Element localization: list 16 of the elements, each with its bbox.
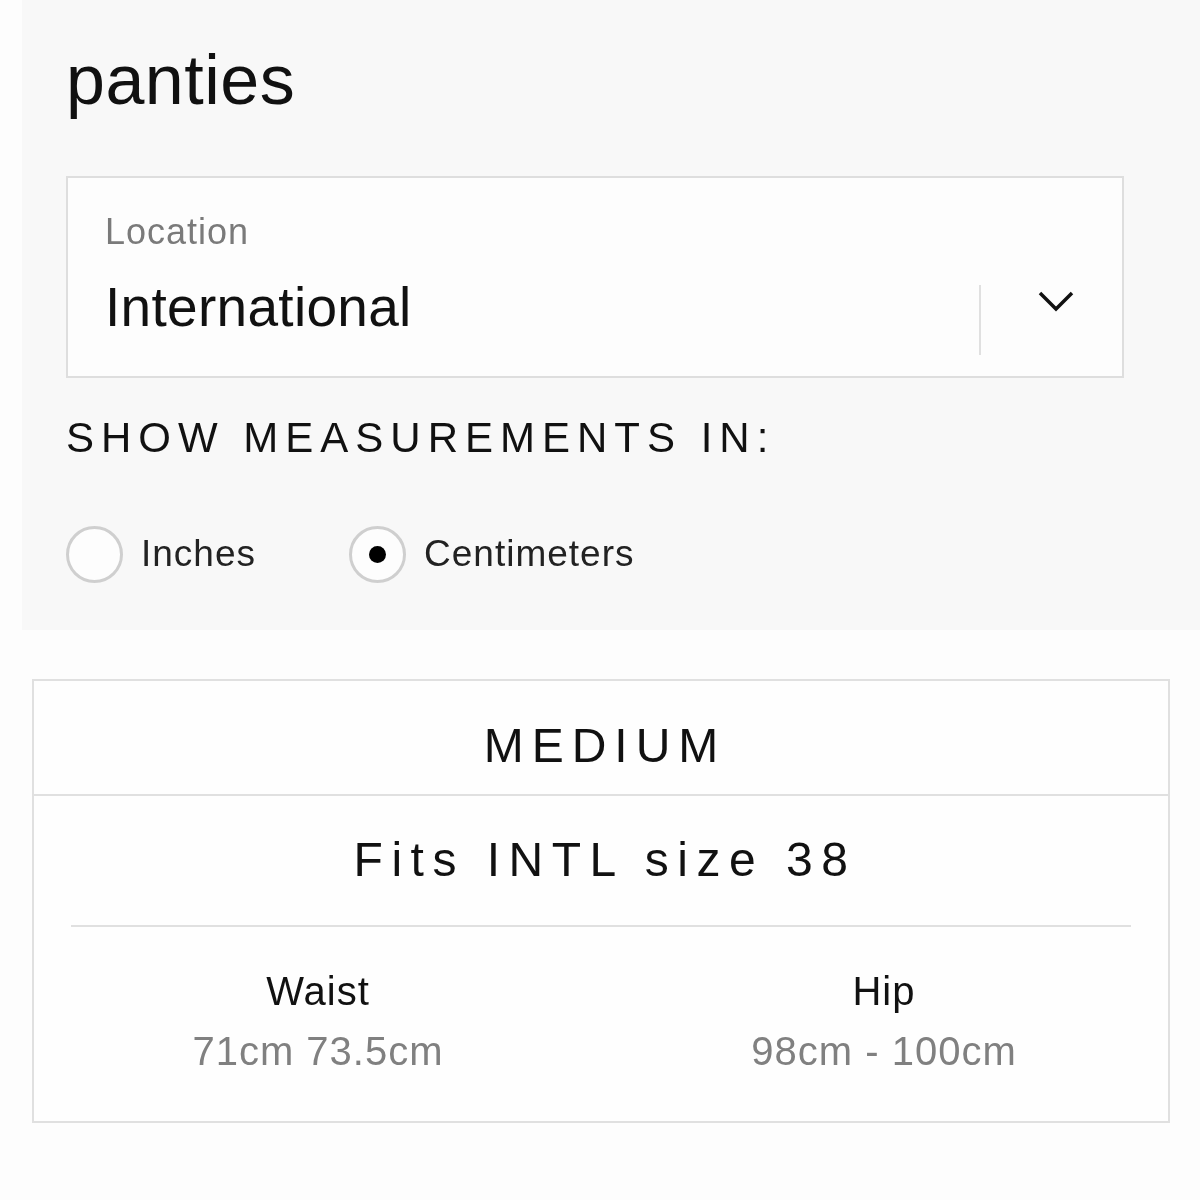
fits-size-text: Fits INTL size 38 <box>352 833 857 887</box>
measurement-value: 71cm 73.5cm <box>192 1028 444 1075</box>
radio-button[interactable] <box>66 525 123 583</box>
measurement-label: Waist <box>266 968 370 1015</box>
size-title: MEDIUM <box>482 719 727 772</box>
page-title: panties <box>66 40 297 121</box>
radio-label[interactable]: Centimeters <box>424 533 635 576</box>
field-label: Location <box>105 210 250 252</box>
chevron-down-icon <box>1038 290 1074 312</box>
section-heading: SHOW MEASUREMENTS IN: <box>66 413 777 462</box>
measurement-value: 98cm - 100cm <box>751 1028 1017 1075</box>
measurement-label: Hip <box>852 968 916 1015</box>
radio-button[interactable] <box>349 525 406 583</box>
select-value: International <box>105 275 412 340</box>
radio-label[interactable]: Inches <box>141 533 256 576</box>
location-select[interactable]: Location International <box>66 175 1124 378</box>
